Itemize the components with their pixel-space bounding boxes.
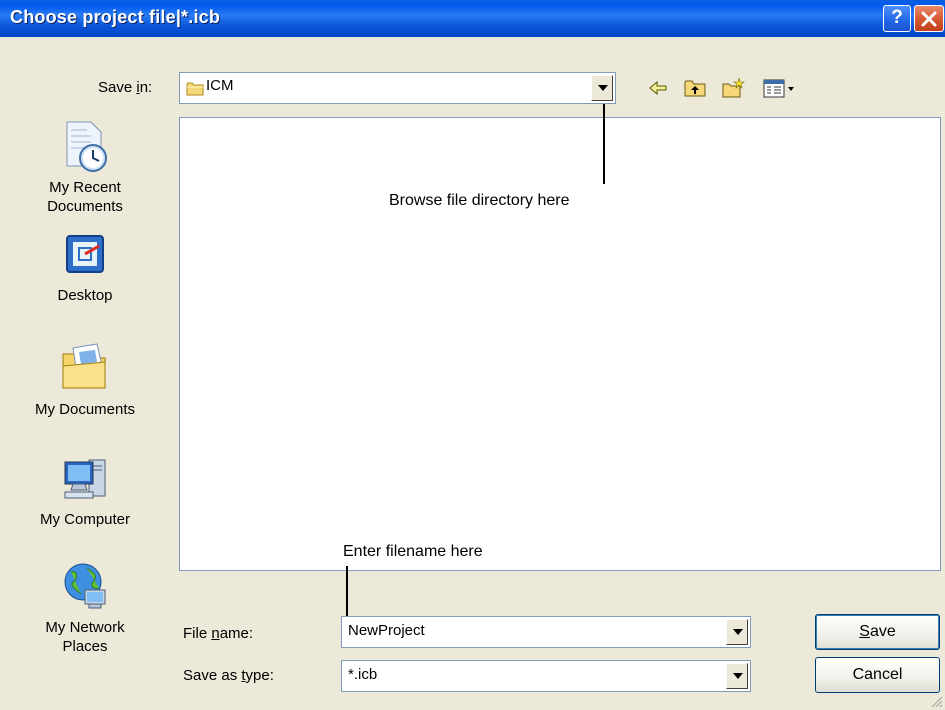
place-label: Desktop: [57, 287, 113, 304]
save-in-label: Save in:: [98, 79, 153, 96]
file-name-value: NewProject: [348, 622, 425, 639]
folder-icon: [186, 82, 204, 96]
browse-annotation: Browse file directory here: [389, 192, 570, 209]
close-icon: [921, 11, 937, 27]
save-in-value: ICM: [206, 77, 234, 94]
save-as-type-label: Save as type:: [183, 667, 274, 684]
save-as-type-dropdown[interactable]: *.icb: [341, 660, 751, 692]
places-recent-documents[interactable]: My Recent Documents: [0, 118, 170, 216]
places-network[interactable]: My Network Places: [0, 560, 170, 656]
place-label: My Documents: [34, 401, 136, 418]
save-as-type-value: *.icb: [348, 666, 378, 683]
up-folder-icon[interactable]: [683, 76, 707, 100]
chevron-down-icon[interactable]: [726, 619, 748, 645]
filename-pointer-line: [346, 566, 348, 622]
close-button[interactable]: [914, 5, 944, 32]
recent-documents-icon: [66, 121, 107, 172]
save-in-dropdown[interactable]: ICM: [179, 72, 616, 104]
file-list[interactable]: Browse file directory here Enter filenam…: [179, 117, 941, 571]
cancel-button[interactable]: Cancel: [815, 657, 940, 693]
new-folder-icon[interactable]: [721, 76, 745, 100]
chevron-down-icon[interactable]: [726, 663, 748, 689]
title-bar[interactable]: Choose project file|*.icb ?: [0, 0, 945, 37]
help-button[interactable]: ?: [883, 5, 911, 32]
resize-grip-icon[interactable]: [929, 694, 943, 708]
window-title: Choose project file|*.icb: [10, 7, 221, 27]
place-label: My Recent: [49, 179, 121, 196]
desktop-icon: [66, 235, 104, 273]
filename-annotation: Enter filename here: [343, 543, 483, 560]
save-button[interactable]: Save: [815, 614, 940, 650]
back-arrow-icon[interactable]: [646, 76, 670, 100]
view-menu-icon[interactable]: [762, 76, 796, 100]
place-label: Documents: [47, 198, 123, 215]
places-my-computer[interactable]: My Computer: [0, 452, 170, 529]
places-desktop[interactable]: Desktop: [0, 232, 170, 305]
chevron-down-icon[interactable]: [591, 75, 613, 101]
file-name-input[interactable]: NewProject: [341, 616, 751, 648]
file-name-label: File name:: [183, 625, 254, 642]
place-label: My Network: [45, 619, 125, 636]
my-computer-icon: [64, 459, 106, 499]
browse-pointer-line: [603, 104, 605, 184]
my-documents-icon: [62, 343, 106, 389]
places-my-documents[interactable]: My Documents: [0, 340, 170, 419]
network-places-icon: [64, 563, 106, 609]
place-label: My Computer: [39, 511, 131, 528]
place-label: Places: [62, 638, 108, 655]
